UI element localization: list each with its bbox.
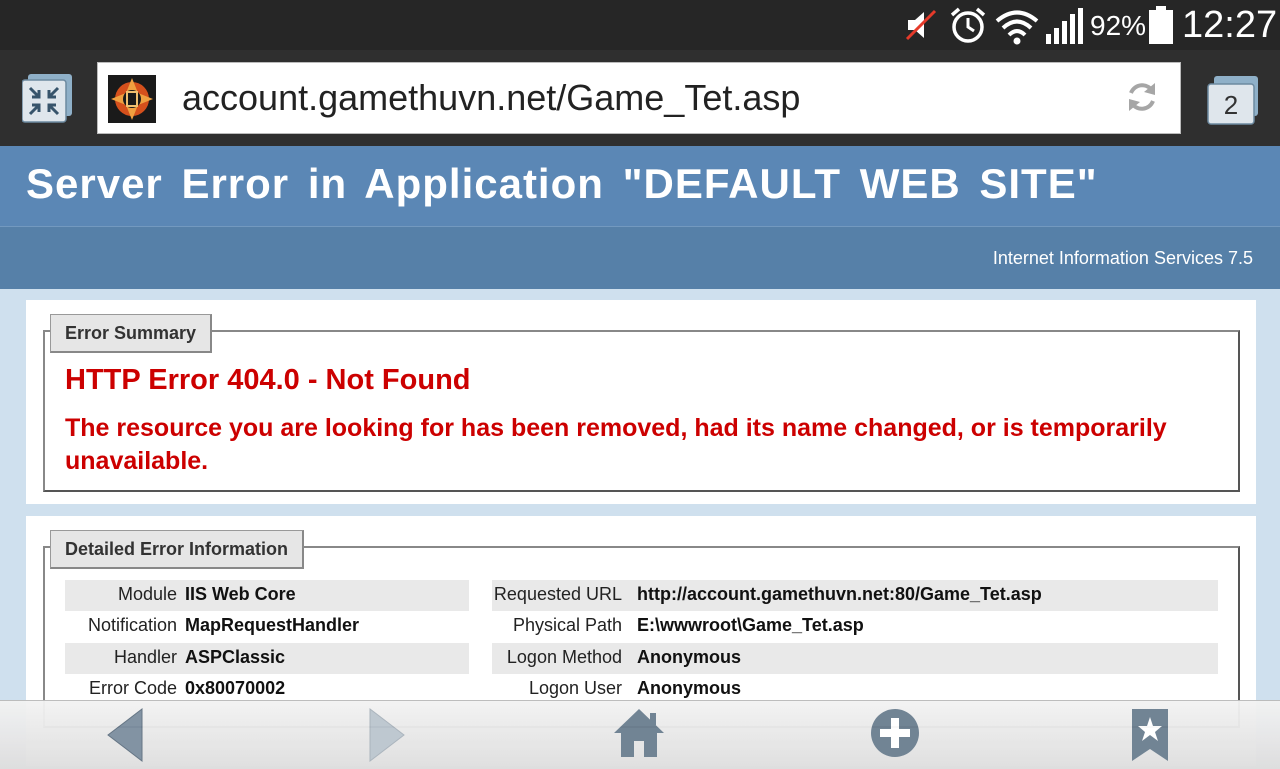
detail-row: Requested URL http://account.gamethuvn.n…: [492, 580, 1218, 611]
address-bar[interactable]: account.gamethuvn.net/Game_Tet.asp: [97, 62, 1181, 134]
server-version: Internet Information Services 7.5: [992, 248, 1253, 268]
error-summary-panel: Error Summary HTTP Error 404.0 - Not Fou…: [26, 300, 1256, 504]
detail-value: http://account.gamethuvn.net:80/Game_Tet…: [637, 584, 1042, 604]
battery-icon: [1149, 6, 1173, 44]
bookmark-icon[interactable]: [1130, 707, 1170, 763]
detail-row: Handler ASPClassic: [65, 643, 469, 674]
detail-value: IIS Web Core: [185, 584, 296, 604]
error-page-header: Server Error in Application "DEFAULT WEB…: [0, 146, 1280, 226]
error-summary-fieldset: Error Summary HTTP Error 404.0 - Not Fou…: [43, 314, 1240, 492]
back-arrow-icon[interactable]: [104, 707, 148, 763]
detail-label: Handler: [113, 647, 177, 667]
site-favicon: [108, 75, 156, 123]
detail-label: Physical Path: [512, 615, 622, 635]
detail-row: Logon Method Anonymous: [492, 643, 1218, 674]
detail-value: ASPClassic: [185, 647, 286, 667]
detail-label: Requested URL: [493, 584, 622, 604]
browser-bottom-bar: [0, 700, 1280, 769]
page-title: Server Error in Application "DEFAULT WEB…: [26, 160, 1098, 207]
reload-icon[interactable]: [1124, 79, 1160, 115]
browser-toolbar: account.gamethuvn.net/Game_Tet.asp 2: [0, 50, 1280, 146]
fullscreen-exit-icon[interactable]: [22, 74, 74, 124]
home-icon[interactable]: [612, 707, 666, 759]
detail-value: Anonymous: [637, 647, 742, 667]
tab-count[interactable]: 2: [1208, 86, 1254, 124]
wifi-icon: [995, 10, 1039, 45]
detail-value: Anonymous: [637, 678, 742, 698]
signal-icon: [1046, 8, 1083, 44]
alarm-icon: [950, 7, 986, 43]
mute-icon: [905, 9, 937, 41]
error-description: The resource you are looking for has bee…: [65, 414, 1167, 475]
error-summary-legend[interactable]: Error Summary: [50, 314, 213, 353]
detail-row: Physical Path E:\wwwroot\Game_Tet.asp: [492, 611, 1218, 642]
forward-arrow-icon[interactable]: [366, 707, 410, 763]
url-text[interactable]: account.gamethuvn.net/Game_Tet.asp: [182, 77, 800, 119]
battery-percent: 92%: [1090, 10, 1147, 41]
detail-value: 0x80070002: [185, 678, 286, 698]
clock: 12:27: [1182, 4, 1278, 46]
detail-label: Notification: [87, 615, 177, 635]
detail-row: Module IIS Web Core: [65, 580, 469, 611]
detail-row: Notification MapRequestHandler: [65, 611, 469, 642]
status-bar: 92% 12:27: [0, 0, 1280, 50]
server-info-bar: Internet Information Services 7.5: [0, 226, 1280, 289]
add-icon[interactable]: [869, 707, 921, 759]
detail-value: E:\wwwroot\Game_Tet.asp: [637, 615, 864, 635]
detail-label: Error Code: [88, 678, 177, 698]
detail-value: MapRequestHandler: [185, 615, 360, 635]
detail-label: Logon User: [528, 678, 622, 698]
detail-label: Module: [117, 584, 177, 604]
detailed-error-legend[interactable]: Detailed Error Information: [50, 530, 305, 569]
detail-label: Logon Method: [506, 647, 622, 667]
error-title: HTTP Error 404.0 - Not Found: [65, 364, 471, 396]
